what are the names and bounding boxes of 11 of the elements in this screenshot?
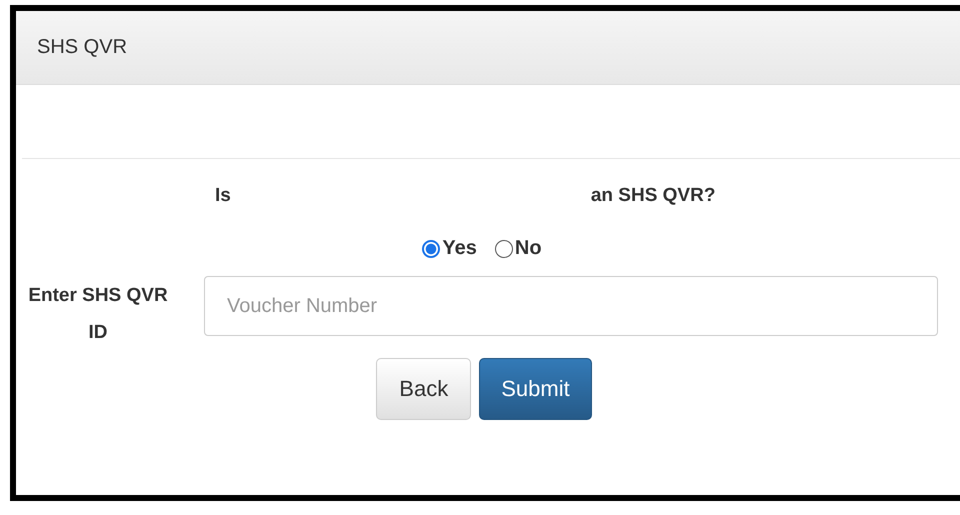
- form-button[interactable]: Submit: [479, 358, 592, 420]
- window-title: SHS QVR: [37, 36, 128, 59]
- field-label: Enter SHS QVR ID: [27, 284, 169, 345]
- voucher-input[interactable]: Voucher Number: [204, 276, 938, 336]
- question-text: Is: [215, 185, 231, 207]
- radio-option[interactable]: Yes: [422, 237, 477, 260]
- radio-button[interactable]: [422, 240, 440, 258]
- form-button[interactable]: Back: [376, 358, 472, 420]
- question-text: an SHS QVR?: [590, 185, 716, 207]
- radio-button[interactable]: [494, 240, 513, 258]
- radio-option[interactable]: No: [494, 237, 542, 260]
